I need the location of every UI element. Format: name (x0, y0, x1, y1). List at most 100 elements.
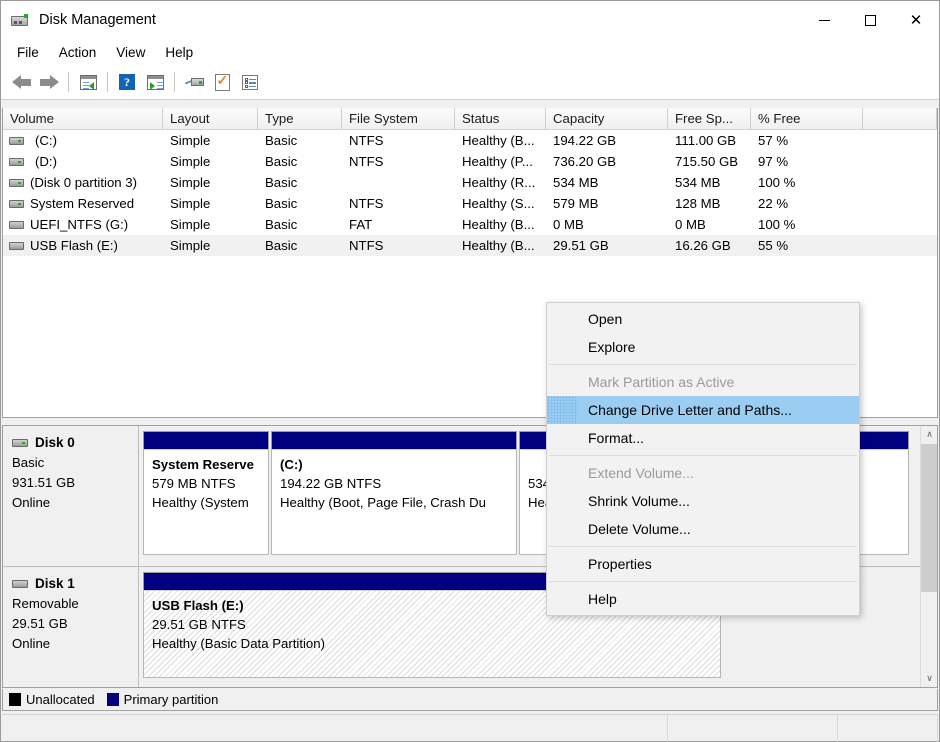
column-header-volume[interactable]: Volume (3, 108, 163, 129)
scroll-down-button[interactable]: ∨ (921, 670, 937, 687)
menu-item-change-drive-letter-and-paths[interactable]: Change Drive Letter and Paths... (547, 396, 859, 424)
legend-label-unallocated: Unallocated (26, 692, 95, 707)
cell-volume: (Disk 0 partition 3) (3, 175, 163, 190)
disk-info-panel[interactable]: Disk 0 Basic 931.51 GB Online (3, 426, 139, 566)
action-pane-icon (146, 74, 164, 90)
disk-icon-green (12, 438, 28, 447)
toolbar-separator (107, 72, 108, 92)
menu-item-delete-volume[interactable]: Delete Volume... (547, 515, 859, 543)
cell-status: Healthy (B... (462, 238, 535, 253)
rescan-disks-button[interactable] (180, 69, 208, 95)
properties-check-button[interactable] (208, 69, 236, 95)
cell-volume-label: (D:) (35, 154, 57, 169)
window-title: Disk Management (39, 12, 156, 28)
cell-capacity: 579 MB (553, 196, 599, 211)
column-header-layout[interactable]: Layout (163, 108, 258, 129)
table-row[interactable]: (C:) Simple Basic NTFS Healthy (B... 194.22 G… (3, 130, 937, 151)
toolbar: ? (1, 65, 939, 100)
toolbar-separator (68, 72, 69, 92)
status-bar (2, 714, 938, 742)
show-hide-action-pane-button[interactable] (141, 69, 169, 95)
table-row[interactable]: System Reserved Simple Basic NTFS Healthy (S… (3, 193, 937, 214)
legend-swatch-primary (106, 693, 119, 706)
menu-item-format[interactable]: Format... (547, 424, 859, 452)
cell-free-space: 111.00 GB (675, 133, 737, 148)
show-list-button[interactable] (236, 69, 264, 95)
menu-item-mark-partition-as-active: Mark Partition as Active (547, 368, 859, 396)
menu-item-label: Help (588, 591, 617, 607)
cell-free-space: 0 MB (675, 217, 706, 232)
menu-item-label: Mark Partition as Active (588, 374, 735, 390)
cell-type: Basic (265, 154, 298, 169)
partition-details: System Reserve 579 MB NTFS Healthy (System (143, 449, 269, 555)
cell-layout: Simple (170, 196, 211, 211)
table-row[interactable]: UEFI_NTFS (G:) Simple Basic FAT Healthy (B..… (3, 214, 937, 235)
scroll-up-button[interactable]: ∧ (921, 426, 937, 443)
minimize-button[interactable] (801, 1, 847, 39)
disk-type: Removable (12, 596, 79, 611)
back-button[interactable] (7, 69, 35, 95)
drive-icon-green (9, 157, 24, 166)
cell-percent-free: 55 % (758, 238, 789, 253)
menu-item-label: Properties (588, 556, 652, 572)
menu-item-label: Extend Volume... (588, 465, 694, 481)
cell-type: Basic (265, 238, 298, 253)
table-row[interactable]: (D:) Simple Basic NTFS Healthy (P... 736.20 G… (3, 151, 937, 172)
cell-percent-free: 22 % (758, 196, 789, 211)
partition-title: (C:) (280, 457, 303, 472)
menu-item-help[interactable]: Help (547, 585, 859, 613)
menu-separator (549, 455, 857, 456)
disk-name-label: Disk 0 (35, 435, 75, 450)
menu-help[interactable]: Help (155, 42, 203, 63)
arrow-left-icon (11, 74, 31, 90)
menu-item-open[interactable]: Open (547, 305, 859, 333)
drive-icon-green (9, 136, 24, 145)
disk-info-panel[interactable]: Disk 1 Removable 29.51 GB Online (3, 567, 139, 687)
menu-view[interactable]: View (106, 42, 155, 63)
cell-capacity: 736.20 GB (553, 154, 617, 169)
graphical-view-scrollbar[interactable]: ∧ ∨ (920, 426, 937, 687)
scrollbar-thumb[interactable] (921, 444, 937, 592)
cell-layout: Simple (170, 133, 211, 148)
maximize-button[interactable] (847, 1, 893, 39)
column-header-blank[interactable] (863, 108, 937, 129)
column-header-status[interactable]: Status (455, 108, 546, 129)
cell-layout: Simple (170, 154, 211, 169)
cell-volume-label: (C:) (35, 133, 57, 148)
menu-item-properties[interactable]: Properties (547, 550, 859, 578)
cell-free-space: 715.50 GB (675, 154, 739, 169)
menu-item-label: Format... (588, 430, 645, 446)
partition-details: (C:) 194.22 GB NTFS Healthy (Boot, Page Fi… (271, 449, 517, 555)
column-header-free[interactable]: % Free (751, 108, 863, 129)
forward-button[interactable] (35, 69, 63, 95)
table-row[interactable]: (Disk 0 partition 3) Simple Basic Healthy (… (3, 172, 937, 193)
partition-color-bar (143, 431, 269, 449)
help-button[interactable]: ? (113, 69, 141, 95)
disk-state: Online (12, 495, 51, 510)
column-header-capacity[interactable]: Capacity (546, 108, 668, 129)
disk-size: 29.51 GB (12, 616, 68, 631)
show-hide-console-tree-button[interactable] (74, 69, 102, 95)
menu-item-shrink-volume[interactable]: Shrink Volume... (547, 487, 859, 515)
column-header-type[interactable]: Type (258, 108, 342, 129)
close-button[interactable]: ✕ (893, 1, 939, 39)
volume-list-body: (C:) Simple Basic NTFS Healthy (B... 194.22 G… (3, 130, 937, 256)
volume-list-header: Volume Layout Type File System Status Capacit… (3, 108, 937, 130)
table-row[interactable]: USB Flash (E:) Simple Basic NTFS Healthy (B.… (3, 235, 937, 256)
disk-icon-plain (12, 579, 28, 588)
column-header-free-sp[interactable]: Free Sp... (668, 108, 751, 129)
cell-status: Healthy (B... (462, 133, 535, 148)
cell-capacity: 29.51 GB (553, 238, 609, 253)
cell-percent-free: 97 % (758, 154, 789, 169)
partition-block[interactable]: System Reserve 579 MB NTFS Healthy (System (143, 431, 269, 566)
disk-state: Online (12, 636, 51, 651)
menu-action[interactable]: Action (49, 42, 107, 63)
partition-block[interactable]: (C:) 194.22 GB NTFS Healthy (Boot, Page Fi… (271, 431, 517, 566)
cell-file-system: NTFS (349, 154, 384, 169)
cell-volume-label: System Reserved (30, 196, 135, 211)
menu-item-explore[interactable]: Explore (547, 333, 859, 361)
column-header-file-system[interactable]: File System (342, 108, 455, 129)
disk-size: 931.51 GB (12, 475, 76, 490)
cell-layout: Simple (170, 175, 211, 190)
menu-file[interactable]: File (7, 42, 49, 63)
